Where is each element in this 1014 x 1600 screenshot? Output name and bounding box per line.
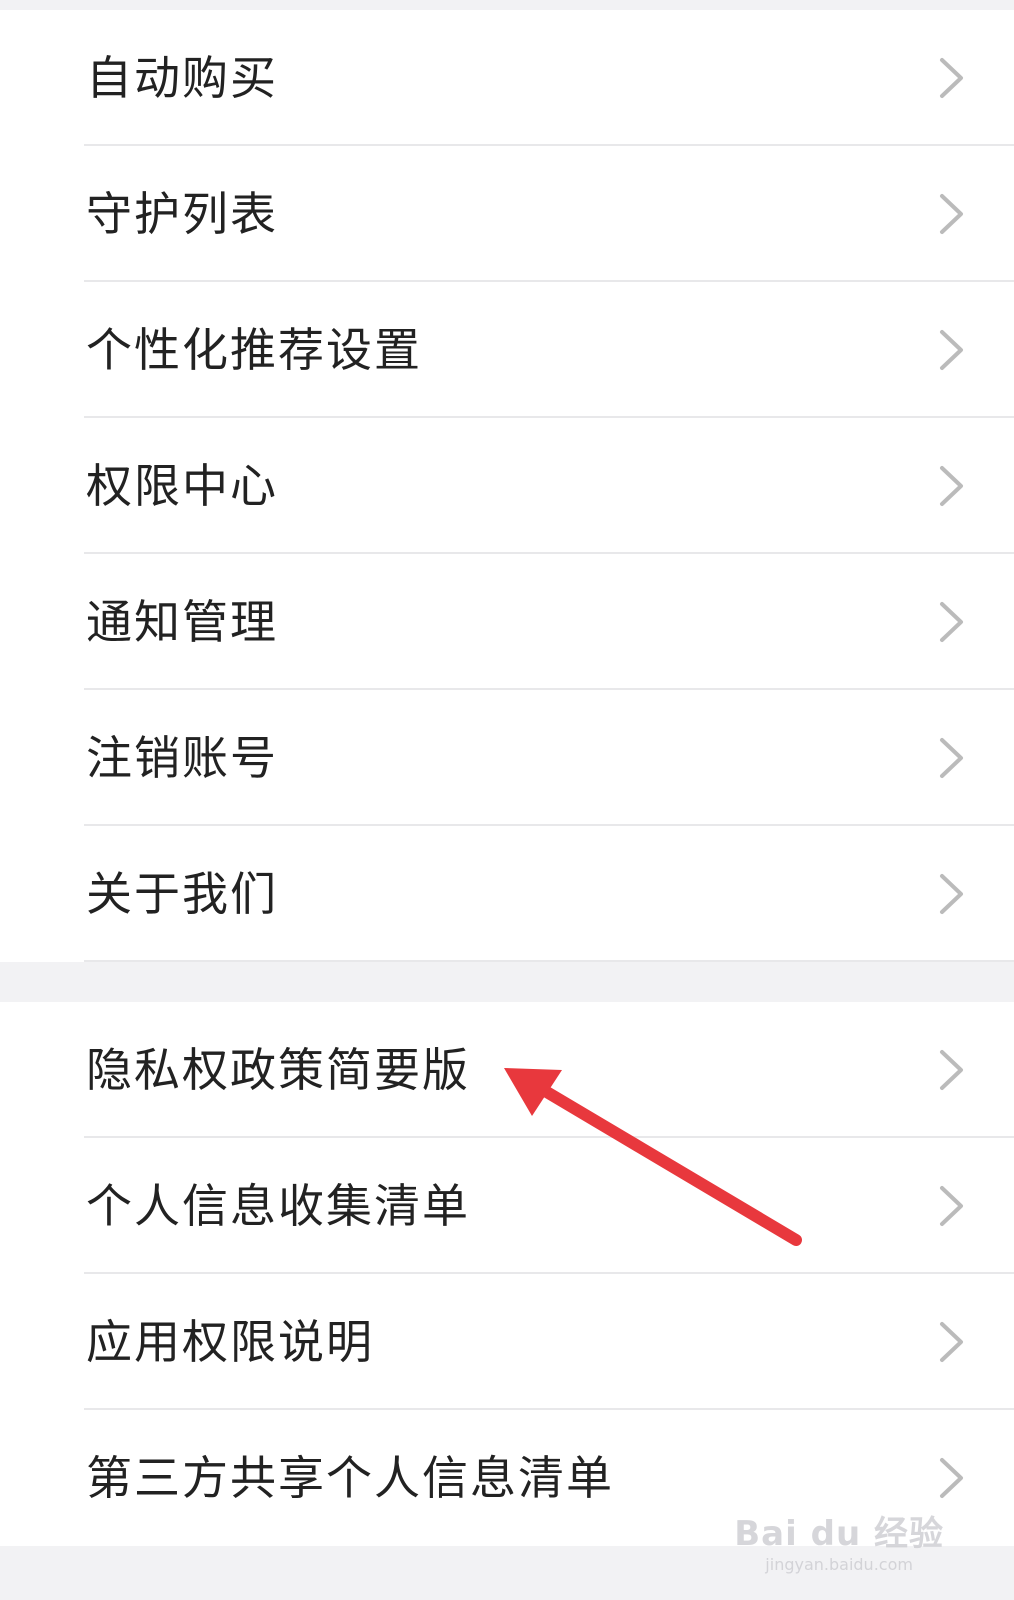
settings-item-label: 第三方共享个人信息清单: [86, 1451, 614, 1505]
settings-item-permission-center[interactable]: 权限中心: [0, 418, 1014, 554]
settings-item-personal-info-collection-list[interactable]: 个人信息收集清单: [0, 1138, 1014, 1274]
group-divider: [0, 962, 1014, 1002]
chevron-right-icon: [940, 738, 963, 778]
chevron-right-icon: [940, 58, 963, 98]
chevron-right-icon: [940, 874, 963, 914]
settings-item-label: 注销账号: [86, 731, 278, 785]
watermark: Bai du 经验 jingyan.baidu.com: [734, 1517, 944, 1574]
settings-item-guard-list[interactable]: 守护列表: [0, 146, 1014, 282]
chevron-right-icon: [940, 1458, 963, 1498]
chevron-right-icon: [940, 330, 963, 370]
settings-item-auto-purchase[interactable]: 自动购买: [0, 10, 1014, 146]
watermark-url: jingyan.baidu.com: [765, 1555, 913, 1574]
settings-item-app-permission-description[interactable]: 应用权限说明: [0, 1274, 1014, 1410]
top-spacer: [0, 0, 1014, 10]
settings-group-privacy: 隐私权政策简要版 个人信息收集清单 应用权限说明 第三方共享个人信息清单: [0, 1002, 1014, 1546]
settings-item-label: 应用权限说明: [86, 1315, 374, 1369]
chevron-right-icon: [940, 602, 963, 642]
settings-item-label: 关于我们: [86, 867, 278, 921]
settings-item-label: 通知管理: [86, 595, 278, 649]
settings-item-notification-management[interactable]: 通知管理: [0, 554, 1014, 690]
settings-item-label: 隐私权政策简要版: [86, 1043, 470, 1097]
chevron-right-icon: [940, 1050, 963, 1090]
settings-group-account: 自动购买 守护列表 个性化推荐设置 权限中心 通知管理 注销账号 关于我们: [0, 10, 1014, 962]
settings-item-personalized-recommendation[interactable]: 个性化推荐设置: [0, 282, 1014, 418]
settings-screen: 自动购买 守护列表 个性化推荐设置 权限中心 通知管理 注销账号 关于我们 隐私…: [0, 0, 1014, 1600]
settings-item-about-us[interactable]: 关于我们: [0, 826, 1014, 962]
chevron-right-icon: [940, 1322, 963, 1362]
settings-item-label: 个人信息收集清单: [86, 1179, 470, 1233]
chevron-right-icon: [940, 466, 963, 506]
watermark-logo: Bai du 经验: [734, 1514, 944, 1554]
chevron-right-icon: [940, 1186, 963, 1226]
settings-item-label: 守护列表: [86, 187, 278, 241]
settings-item-delete-account[interactable]: 注销账号: [0, 690, 1014, 826]
settings-item-label: 权限中心: [86, 459, 278, 513]
chevron-right-icon: [940, 194, 963, 234]
settings-item-privacy-policy-summary[interactable]: 隐私权政策简要版: [0, 1002, 1014, 1138]
settings-item-label: 个性化推荐设置: [86, 323, 422, 377]
settings-item-label: 自动购买: [86, 51, 278, 105]
